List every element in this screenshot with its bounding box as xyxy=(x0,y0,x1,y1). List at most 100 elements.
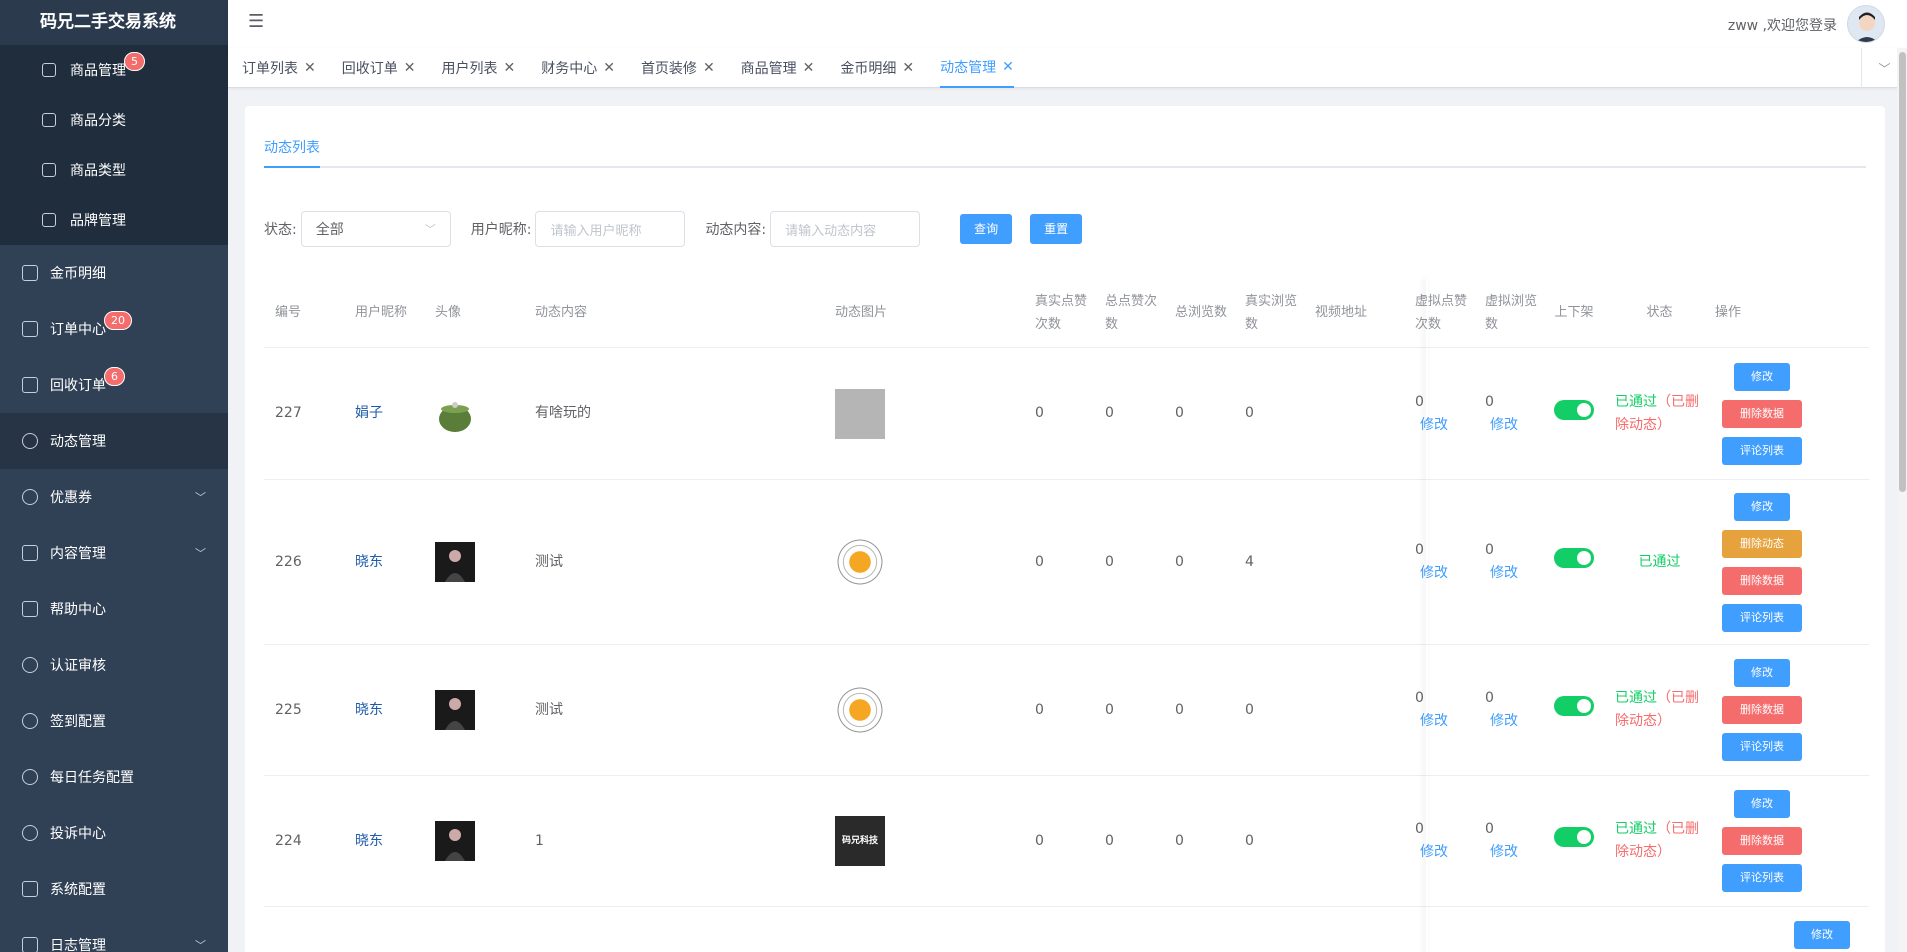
pie-icon xyxy=(22,769,38,785)
clipboard-icon xyxy=(22,265,38,281)
avatar[interactable] xyxy=(1847,5,1885,43)
sidebar-item-orders[interactable]: 订单中心 20 xyxy=(0,301,228,357)
avatar-image xyxy=(435,690,475,730)
shelf-toggle[interactable] xyxy=(1554,548,1594,568)
comments-button[interactable]: 评论列表 xyxy=(1722,864,1802,892)
delete-data-button[interactable]: 删除数据 xyxy=(1722,696,1802,724)
scrollbar-thumb[interactable] xyxy=(1899,52,1906,492)
status-label: 状态: xyxy=(264,222,297,238)
sidebar-item-system[interactable]: 系统配置 xyxy=(0,861,228,917)
tab-dynamic-list[interactable]: 动态列表 xyxy=(264,128,320,168)
close-icon[interactable]: ✕ xyxy=(304,60,316,76)
sidebar-item-category[interactable]: 商品分类 xyxy=(0,95,228,145)
shelf-toggle[interactable] xyxy=(1554,696,1594,716)
delete-data-button[interactable]: 删除数据 xyxy=(1722,566,1802,595)
qrcode-image[interactable] xyxy=(835,537,885,587)
sidebar-item-coin[interactable]: 金币明细 xyxy=(0,245,228,301)
sidebar-item-help[interactable]: 帮助中心 xyxy=(0,581,228,637)
close-icon[interactable]: ✕ xyxy=(404,60,416,76)
filter-bar: 状态: 全部 ﹀ 用户昵称: 请输入用户昵称 动态内容: 请输入动态内容 查询 重… xyxy=(264,211,1100,247)
chart-icon xyxy=(42,213,56,227)
hamburger-icon[interactable]: ☰ xyxy=(248,13,266,31)
delete-data-button[interactable]: 删除数据 xyxy=(1722,827,1802,855)
col-nick: 用户昵称 xyxy=(355,305,408,320)
status-text: 已通过 xyxy=(1615,690,1657,706)
qrcode-image[interactable] xyxy=(835,685,885,735)
sidebar-item-verify[interactable]: 认证审核 xyxy=(0,637,228,693)
delete-dynamic-button[interactable]: 删除动态 xyxy=(1722,529,1802,558)
content-input[interactable]: 请输入动态内容 xyxy=(770,211,921,247)
shelf-toggle[interactable] xyxy=(1554,399,1594,420)
close-icon[interactable]: ✕ xyxy=(902,60,914,76)
close-icon[interactable]: ✕ xyxy=(703,60,715,76)
sidebar-item-log[interactable]: 日志管理 ﹀ xyxy=(0,917,228,952)
sidebar-item-task[interactable]: 每日任务配置 xyxy=(0,749,228,805)
sidebar: 码兄二手交易系统 商品管理 5 商品分类 商品类型 品牌管理 金币明细 订单中心 2… xyxy=(0,0,228,952)
sidebar-item-type[interactable]: 商品类型 xyxy=(0,145,228,195)
sidebar-item-recycle[interactable]: 回收订单 6 xyxy=(0,357,228,413)
pie-icon xyxy=(22,825,38,841)
clipboard-icon xyxy=(22,321,38,337)
coupon-icon xyxy=(22,489,38,505)
sidebar-item-complaint[interactable]: 投诉中心 xyxy=(0,805,228,861)
person-icon xyxy=(445,550,465,582)
edit-link[interactable]: 修改 xyxy=(1490,562,1544,585)
tag-finance[interactable]: 财务中心 ✕ xyxy=(541,48,615,88)
tag-goods[interactable]: 商品管理 ✕ xyxy=(741,48,815,88)
sidebar-item-content[interactable]: 内容管理 ﹀ xyxy=(0,525,228,581)
sidebar-item-brand[interactable]: 品牌管理 xyxy=(0,195,228,245)
list-icon xyxy=(22,881,38,897)
comments-button[interactable]: 评论列表 xyxy=(1722,733,1802,761)
table-header: 编号 用户昵称 头像 动态内容 动态图片 真实点赞次数 总点赞次数 总浏览数 真… xyxy=(264,278,1869,348)
edit-link[interactable]: 修改 xyxy=(1490,841,1544,864)
tag-recycle[interactable]: 回收订单 ✕ xyxy=(342,48,416,88)
col-avatar: 头像 xyxy=(435,305,462,320)
tag-coin[interactable]: 金币明细 ✕ xyxy=(840,48,914,88)
tag-orders[interactable]: 订单列表 ✕ xyxy=(242,48,316,88)
main-card: 动态列表 状态: 全部 ﹀ 用户昵称: 请输入用户昵称 动态内容: 请输入动态内容… xyxy=(245,106,1885,952)
dynamic-image[interactable]: 码兄科技 xyxy=(835,816,885,866)
close-icon[interactable]: ✕ xyxy=(503,60,515,76)
status-text: 已通过 xyxy=(1615,821,1657,837)
sidebar-item-dynamic[interactable]: 动态管理 xyxy=(0,413,228,469)
edit-link[interactable]: 修改 xyxy=(1490,710,1544,733)
sidebar-item-goods[interactable]: 商品管理 5 xyxy=(0,45,228,95)
tags-bar: 订单列表 ✕ 回收订单 ✕ 用户列表 ✕ 财务中心 ✕ 首页装修 ✕ 商品管理 ✕ 金币明细… xyxy=(228,48,1907,88)
table-row: 225 晓东 测试 0 0 0 0 0 修改 0 修改 已通过（已删除动态） 修改 … xyxy=(264,645,1869,776)
clipboard-icon xyxy=(22,937,38,952)
status-select[interactable]: 全部 ﹀ xyxy=(300,211,451,247)
edit-button[interactable]: 修改 xyxy=(1734,659,1790,687)
nick-link[interactable]: 晓东 xyxy=(344,830,424,853)
dynamic-image[interactable] xyxy=(835,388,885,439)
tag-decor[interactable]: 首页装修 ✕ xyxy=(641,48,715,88)
edit-button[interactable]: 修改 xyxy=(1734,362,1790,391)
reset-button[interactable]: 重置 xyxy=(1030,214,1083,244)
tag-dynamic[interactable]: 动态管理 ✕ xyxy=(940,48,1014,88)
edit-button[interactable]: 修改 xyxy=(1734,492,1790,521)
edit-link[interactable]: 修改 xyxy=(1420,562,1474,585)
chevron-down-icon: ﹀ xyxy=(424,223,436,236)
tag-users[interactable]: 用户列表 ✕ xyxy=(441,48,515,88)
comments-button[interactable]: 评论列表 xyxy=(1722,436,1802,465)
nick-link[interactable]: 晓东 xyxy=(344,699,424,722)
edit-link[interactable]: 修改 xyxy=(1420,414,1474,437)
comments-button[interactable]: 评论列表 xyxy=(1722,603,1802,632)
edit-link[interactable]: 修改 xyxy=(1490,414,1544,437)
edit-link[interactable]: 修改 xyxy=(1420,710,1474,733)
close-icon[interactable]: ✕ xyxy=(603,60,615,76)
search-button[interactable]: 查询 xyxy=(960,214,1013,244)
close-icon[interactable]: ✕ xyxy=(1002,59,1014,75)
nick-link[interactable]: 娟子 xyxy=(344,402,424,425)
edit-link[interactable]: 修改 xyxy=(1420,841,1474,864)
sidebar-item-checkin[interactable]: 签到配置 xyxy=(0,693,228,749)
edit-button[interactable]: 修改 xyxy=(1734,790,1790,818)
nick-link[interactable]: 晓东 xyxy=(344,551,424,574)
delete-data-button[interactable]: 删除数据 xyxy=(1722,399,1802,428)
edit-button[interactable]: 修改 xyxy=(1794,921,1850,949)
shelf-toggle[interactable] xyxy=(1554,827,1594,847)
table-row: 226 晓东 测试 0 0 0 4 0 修改 0 修改 已通过 修改 删除动态 删除… xyxy=(264,480,1869,645)
nick-input[interactable]: 请输入用户昵称 xyxy=(535,211,686,247)
close-icon[interactable]: ✕ xyxy=(803,60,815,76)
sidebar-item-coupon[interactable]: 优惠券 ﹀ xyxy=(0,469,228,525)
clipboard-icon xyxy=(42,113,56,127)
